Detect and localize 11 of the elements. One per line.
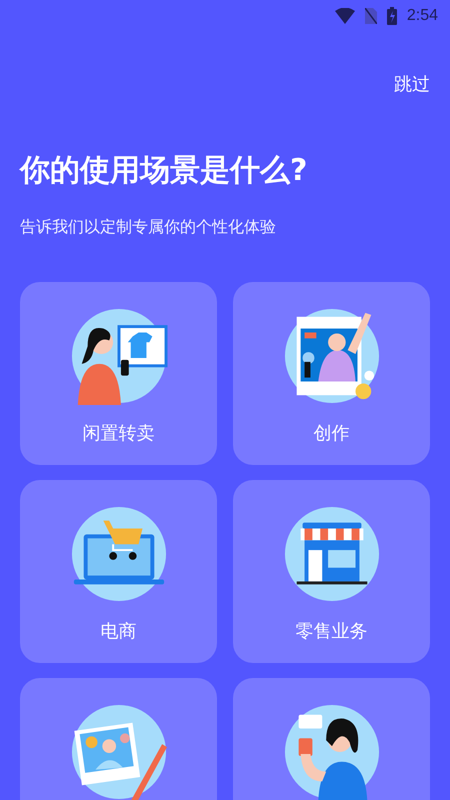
- status-time: 2:54: [406, 7, 438, 25]
- scenario-card[interactable]: 零售业务: [233, 480, 430, 663]
- skip-button[interactable]: 跳过: [394, 72, 430, 96]
- no-sim-icon: [364, 8, 377, 24]
- page-title: 你的使用场景是什么?: [20, 152, 308, 190]
- page-subtitle: 告诉我们以定制专属你的个性化体验: [20, 217, 277, 238]
- scenario-card[interactable]: 电商: [20, 480, 217, 663]
- scenario-card[interactable]: 闲置转卖: [20, 282, 217, 465]
- battery-charging-icon: [386, 7, 397, 25]
- scenario-card[interactable]: 创作: [233, 282, 430, 465]
- wifi-icon: [334, 8, 355, 24]
